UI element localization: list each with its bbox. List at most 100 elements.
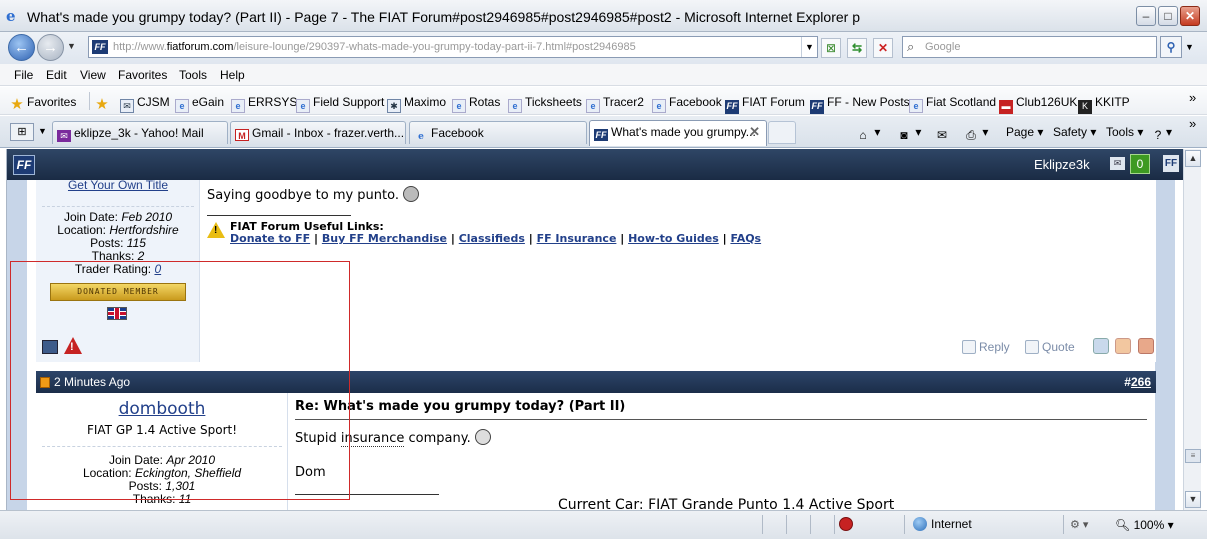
insurance-keyword-link[interactable]: insurance xyxy=(340,431,405,447)
scroll-up-button[interactable]: ▲ xyxy=(1185,150,1201,167)
menu-file[interactable]: File xyxy=(14,68,33,82)
address-dropdown-icon[interactable]: ▼ xyxy=(801,37,817,57)
fav-item-facebook[interactable]: e Facebook xyxy=(652,95,722,113)
classifieds-link[interactable]: Classifieds xyxy=(459,232,525,245)
compatibility-icon[interactable]: ⊠ xyxy=(821,38,841,58)
thumbs-down-icon[interactable] xyxy=(1137,338,1154,354)
post-permalink[interactable]: 266 xyxy=(1131,375,1151,389)
fiatforum-logo[interactable]: FF xyxy=(13,155,35,175)
fav-item-cjsm[interactable]: ✉ CJSM xyxy=(120,95,170,113)
menu-tools[interactable]: Tools xyxy=(179,68,207,82)
post-author-username[interactable]: dombooth xyxy=(36,399,288,419)
fav-item-maximo[interactable]: ✱ Maximo xyxy=(387,95,446,113)
donate-link[interactable]: Donate to FF xyxy=(230,232,310,245)
location: Location: Eckington, Sheffield xyxy=(82,466,242,480)
add-favorite-button[interactable]: ★ xyxy=(95,95,112,112)
refresh-button[interactable]: ⇆ xyxy=(847,38,867,58)
address-toolbar: ← → ▼ FF http://www.fiatforum.com/leisur… xyxy=(0,32,1207,64)
vertical-scrollbar[interactable]: ▲ ≡ ▼ xyxy=(1183,149,1201,510)
favorites-separator xyxy=(89,92,90,110)
command-overflow-chevron-icon[interactable]: » xyxy=(1189,116,1196,131)
donated-member-badge: DONATED MEMBER xyxy=(50,283,186,301)
trader-rating-link[interactable]: 0 xyxy=(154,262,161,276)
user-settings-icon[interactable]: FF xyxy=(1163,155,1179,172)
zoom-level[interactable]: 🔍︎ 100% ▾ xyxy=(1115,518,1174,532)
read-mail-button[interactable]: ✉ xyxy=(934,125,950,142)
print-button[interactable]: ⎙ ▾ xyxy=(963,125,988,142)
fiatforum-icon: FF xyxy=(725,100,739,114)
search-button[interactable]: ⚲ xyxy=(1160,36,1182,58)
safety-menu[interactable]: Safety ▾ xyxy=(1053,125,1096,139)
reply-button[interactable]: Reply xyxy=(962,340,1010,354)
menu-favorites[interactable]: Favorites xyxy=(118,68,167,82)
ie-page-icon: e xyxy=(175,99,189,113)
new-tab-button[interactable] xyxy=(768,121,796,144)
tab-gmail[interactable]: M Gmail - Inbox - frazer.verth... xyxy=(230,121,406,144)
fav-item-ticksheets[interactable]: e Ticksheets xyxy=(508,95,582,113)
forum-post: Get Your Own Title Join Date: Feb 2010 L… xyxy=(36,178,1156,362)
quote-button[interactable]: Quote xyxy=(1025,340,1075,354)
fav-item-fiat-scotland[interactable]: e Fiat Scotland xyxy=(909,95,996,113)
tab-list-dropdown-icon[interactable]: ▼ xyxy=(38,126,47,136)
post-body: Re: What's made you grumpy today? (Part … xyxy=(295,393,1151,510)
help-button[interactable]: ? ▾ xyxy=(1150,125,1172,142)
minimize-button[interactable]: – xyxy=(1136,6,1156,26)
ie-page-icon: e xyxy=(909,99,923,113)
ie-page-icon: e xyxy=(418,132,424,142)
get-your-own-title-link[interactable]: Get Your Own Title xyxy=(36,178,200,192)
scroll-thumb[interactable]: ≡ xyxy=(1185,449,1201,463)
rss-icon: ◙ xyxy=(900,128,908,142)
quick-tabs-button[interactable]: ⊞ xyxy=(10,123,34,141)
fav-item-club126uk[interactable]: ▬ Club126UK xyxy=(999,95,1077,114)
back-button[interactable]: ← xyxy=(8,34,35,61)
address-input[interactable]: FF http://www.fiatforum.com/leisure-loun… xyxy=(88,36,818,58)
menu-view[interactable]: View xyxy=(80,68,106,82)
logged-in-username[interactable]: Eklipze3k xyxy=(1034,157,1090,172)
notification-count-badge[interactable]: 0 xyxy=(1130,154,1150,174)
tab-facebook[interactable]: e Facebook xyxy=(409,121,587,144)
favorites-center-button[interactable]: ★ Favorites xyxy=(10,95,76,112)
multiquote-icon[interactable] xyxy=(1093,338,1110,354)
tab-yahoo-mail[interactable]: ✉ eklipze_3k - Yahoo! Mail xyxy=(52,121,228,144)
post-author-info: Get Your Own Title Join Date: Feb 2010 L… xyxy=(36,178,200,362)
insurance-link[interactable]: FF Insurance xyxy=(537,232,617,245)
fav-item-fiat-forum[interactable]: FF FIAT Forum xyxy=(725,95,805,114)
menu-help[interactable]: Help xyxy=(220,68,245,82)
stop-button[interactable]: ✕ xyxy=(873,38,893,58)
status-divider xyxy=(1063,515,1064,534)
merchandise-link[interactable]: Buy FF Merchandise xyxy=(322,232,447,245)
protected-mode-settings-icon[interactable]: ⚙ ▾ xyxy=(1070,518,1088,531)
faqs-link[interactable]: FAQs xyxy=(730,232,761,245)
search-input[interactable]: ⌕ Google xyxy=(902,36,1157,58)
fav-item-rotas[interactable]: e Rotas xyxy=(452,95,500,113)
fav-item-field-support[interactable]: e Field Support xyxy=(296,95,384,113)
private-messages-icon[interactable]: ✉ xyxy=(1110,157,1125,170)
menu-edit[interactable]: Edit xyxy=(46,68,67,82)
forward-button[interactable]: → xyxy=(37,34,64,61)
close-window-button[interactable]: ✕ xyxy=(1180,6,1200,26)
fav-item-egain[interactable]: e eGain xyxy=(175,95,224,113)
page-menu[interactable]: Page ▾ xyxy=(1006,125,1043,139)
report-post-icon[interactable]: ! xyxy=(64,337,82,354)
scroll-down-button[interactable]: ▼ xyxy=(1185,491,1201,508)
tab-fiat-forum-active[interactable]: FF What's made you grumpy... ✕ xyxy=(589,120,767,146)
fav-item-tracer2[interactable]: e Tracer2 xyxy=(586,95,644,113)
fav-item-kkitp[interactable]: K KKITP xyxy=(1078,95,1130,114)
maximize-button[interactable]: □ xyxy=(1158,6,1178,26)
favorites-overflow-chevron-icon[interactable]: » xyxy=(1189,90,1196,105)
post-date: 2 Minutes Ago xyxy=(54,375,131,389)
feeds-button[interactable]: ◙ ▾ xyxy=(896,125,921,142)
maximo-icon: ✱ xyxy=(387,99,401,113)
fav-item-errsys[interactable]: e ERRSYS xyxy=(231,95,297,113)
protected-mode-icon[interactable] xyxy=(839,517,853,531)
sad-smiley-icon xyxy=(403,186,419,202)
tools-menu[interactable]: Tools ▾ xyxy=(1106,125,1143,139)
security-zone[interactable]: Internet xyxy=(913,517,972,531)
thumbs-up-icon[interactable] xyxy=(1115,338,1132,354)
search-options-dropdown-icon[interactable]: ▼ xyxy=(1185,42,1194,52)
close-tab-icon[interactable]: ✕ xyxy=(749,124,760,140)
fav-item-ff-new-posts[interactable]: FF FF - New Posts xyxy=(810,95,910,114)
history-dropdown-icon[interactable]: ▼ xyxy=(67,41,76,51)
home-button[interactable]: ⌂ ▾ xyxy=(855,125,880,142)
how-to-guides-link[interactable]: How-to Guides xyxy=(628,232,719,245)
